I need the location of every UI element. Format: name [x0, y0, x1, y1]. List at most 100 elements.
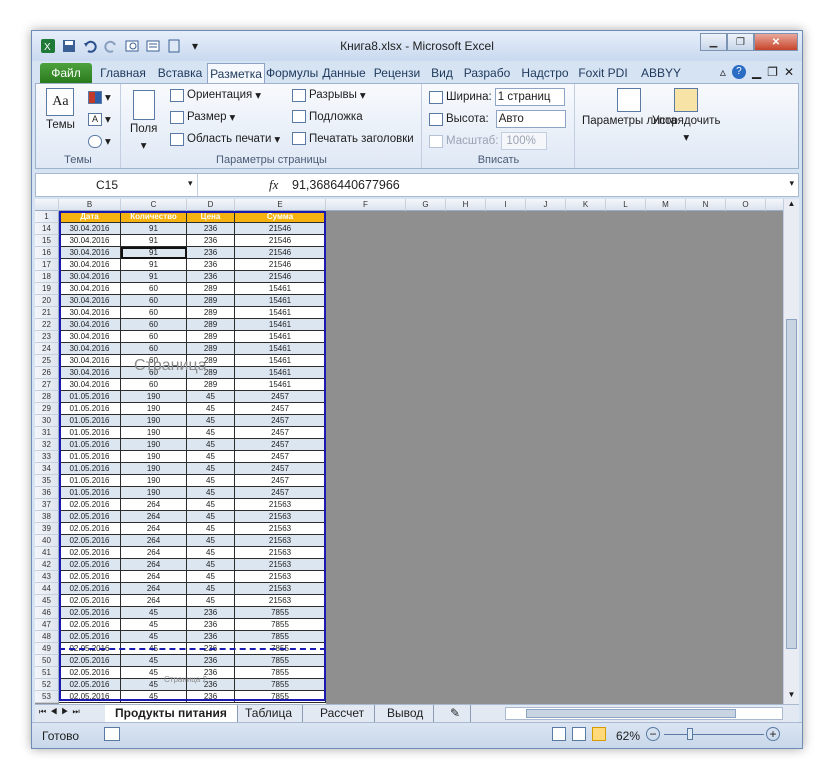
row-header[interactable]: 45	[35, 595, 59, 607]
row-header[interactable]: 28	[35, 391, 59, 403]
sheet-tab-products[interactable]: Продукты питания	[105, 705, 238, 722]
row-header[interactable]: 50	[35, 655, 59, 667]
select-all-corner[interactable]	[35, 199, 59, 211]
workbook-close-icon[interactable]: ✕	[784, 65, 794, 79]
row-header[interactable]: 31	[35, 427, 59, 439]
col-header-f[interactable]: F	[326, 199, 406, 211]
row-header[interactable]: 29	[35, 403, 59, 415]
name-box[interactable]: C15	[36, 174, 198, 196]
row-header[interactable]: 42	[35, 559, 59, 571]
zoom-in-icon[interactable]: +	[766, 727, 780, 741]
row-header[interactable]: 23	[35, 331, 59, 343]
tab-foxit[interactable]: Foxit PDI	[575, 63, 631, 83]
workbook-restore-icon[interactable]: ❐	[767, 65, 778, 79]
row-header[interactable]: 37	[35, 499, 59, 511]
vertical-scrollbar[interactable]: ▲ ▼	[783, 199, 799, 704]
insert-sheet-icon[interactable]: ✎	[440, 705, 472, 722]
fx-icon[interactable]: fx	[269, 177, 278, 193]
row-header[interactable]: 32	[35, 439, 59, 451]
themes-button[interactable]: Aa Темы	[46, 88, 75, 131]
close-button[interactable]: ✕	[754, 33, 798, 51]
tab-formulas[interactable]: Формулы	[266, 63, 318, 83]
sheet-nav-icons[interactable]: ⏮◀▶⏭	[39, 707, 84, 717]
row-header[interactable]: 27	[35, 379, 59, 391]
worksheet-area[interactable]: B C D E F G H I J K L M N O 1 14 15 16 17 18 1…	[35, 199, 799, 704]
orientation-button[interactable]: Ориентация ▾	[170, 88, 261, 102]
row-header[interactable]: 41	[35, 547, 59, 559]
row-header[interactable]: 33	[35, 451, 59, 463]
row-header[interactable]: 40	[35, 535, 59, 547]
macro-record-icon[interactable]	[104, 727, 120, 741]
collapse-ribbon-icon[interactable]: ▵	[720, 65, 726, 79]
col-header-j[interactable]: J	[526, 199, 566, 211]
tab-home[interactable]: Главная	[98, 63, 148, 83]
sheet-tab-output[interactable]: Вывод	[377, 705, 435, 722]
row-header[interactable]: 44	[35, 583, 59, 595]
row-header[interactable]: 35	[35, 475, 59, 487]
tab-developer[interactable]: Разрабо	[460, 63, 514, 83]
row-header[interactable]: 19	[35, 283, 59, 295]
col-header-c[interactable]: C	[121, 199, 187, 211]
row-header[interactable]: 18	[35, 271, 59, 283]
col-header-l[interactable]: L	[606, 199, 646, 211]
zoom-level[interactable]: 62%	[616, 729, 640, 743]
tab-page-layout[interactable]: Разметка	[207, 63, 265, 83]
background-button[interactable]: Подложка	[292, 110, 363, 123]
col-header-e[interactable]: E	[235, 199, 326, 211]
tab-insert[interactable]: Вставка	[152, 63, 208, 83]
restore-button[interactable]: ❐	[727, 33, 754, 51]
effects-button[interactable]: ▾	[88, 134, 111, 148]
height-select[interactable]: Авто	[495, 110, 566, 128]
tab-abbyy[interactable]: ABBYY PL	[634, 63, 688, 100]
row-header[interactable]: 46	[35, 607, 59, 619]
row-header[interactable]: 53	[35, 691, 59, 703]
col-header-k[interactable]: K	[566, 199, 606, 211]
arrange-button[interactable]: Упорядочить ▾	[652, 88, 720, 144]
col-header-d[interactable]: D	[187, 199, 235, 211]
zoom-out-icon[interactable]: −	[646, 727, 660, 741]
fonts-button[interactable]: A ▾	[88, 112, 111, 126]
row-header[interactable]: 21	[35, 307, 59, 319]
row-header[interactable]: 49	[35, 643, 59, 655]
help-icon[interactable]: ?	[731, 65, 746, 79]
scroll-up-icon[interactable]: ▲	[784, 199, 799, 213]
row-header[interactable]: 43	[35, 571, 59, 583]
colors-button[interactable]: ▾	[88, 90, 111, 104]
col-header-g[interactable]: G	[406, 199, 446, 211]
row-header[interactable]: 36	[35, 487, 59, 499]
margins-button[interactable]: Поля ▾	[130, 90, 157, 152]
row-header[interactable]: 38	[35, 511, 59, 523]
col-header-i[interactable]: I	[486, 199, 526, 211]
row-header[interactable]: 48	[35, 631, 59, 643]
normal-view-icon[interactable]	[552, 727, 566, 741]
tab-file[interactable]: Файл	[40, 63, 92, 83]
width-select[interactable]: 1 страниц	[494, 88, 565, 106]
col-header-b[interactable]: B	[59, 199, 121, 211]
zoom-slider[interactable]	[664, 734, 764, 735]
formula-input[interactable]: 91,3686440677966	[292, 174, 400, 196]
expand-formula-bar-icon[interactable]: ▾	[789, 178, 794, 189]
print-titles-button[interactable]: Печатать заголовки	[292, 132, 414, 145]
minimize-button[interactable]: ▁	[700, 33, 727, 51]
workbook-minimize-icon[interactable]: ▁	[752, 65, 761, 79]
horizontal-scrollbar[interactable]	[505, 707, 783, 720]
zoom-slider-thumb[interactable]	[687, 728, 693, 740]
row-header[interactable]: 30	[35, 415, 59, 427]
row-header[interactable]: 26	[35, 367, 59, 379]
page-break-preview-icon[interactable]	[592, 727, 606, 741]
horizontal-scroll-thumb[interactable]	[526, 709, 736, 718]
col-header-m[interactable]: M	[646, 199, 686, 211]
scale-input[interactable]: 100%	[501, 132, 548, 150]
size-button[interactable]: Размер ▾	[170, 110, 235, 124]
row-header[interactable]: 52	[35, 679, 59, 691]
tab-review[interactable]: Рецензи	[370, 63, 424, 83]
tab-data[interactable]: Данные	[320, 63, 368, 83]
row-header[interactable]: 22	[35, 319, 59, 331]
sheet-tab-table[interactable]: Таблица	[235, 705, 304, 722]
col-header-h[interactable]: H	[446, 199, 486, 211]
col-header-n[interactable]: N	[686, 199, 726, 211]
scroll-down-icon[interactable]: ▼	[784, 690, 799, 704]
row-header[interactable]: 14	[35, 223, 59, 235]
vertical-scroll-thumb[interactable]	[786, 319, 797, 649]
row-header[interactable]: 47	[35, 619, 59, 631]
